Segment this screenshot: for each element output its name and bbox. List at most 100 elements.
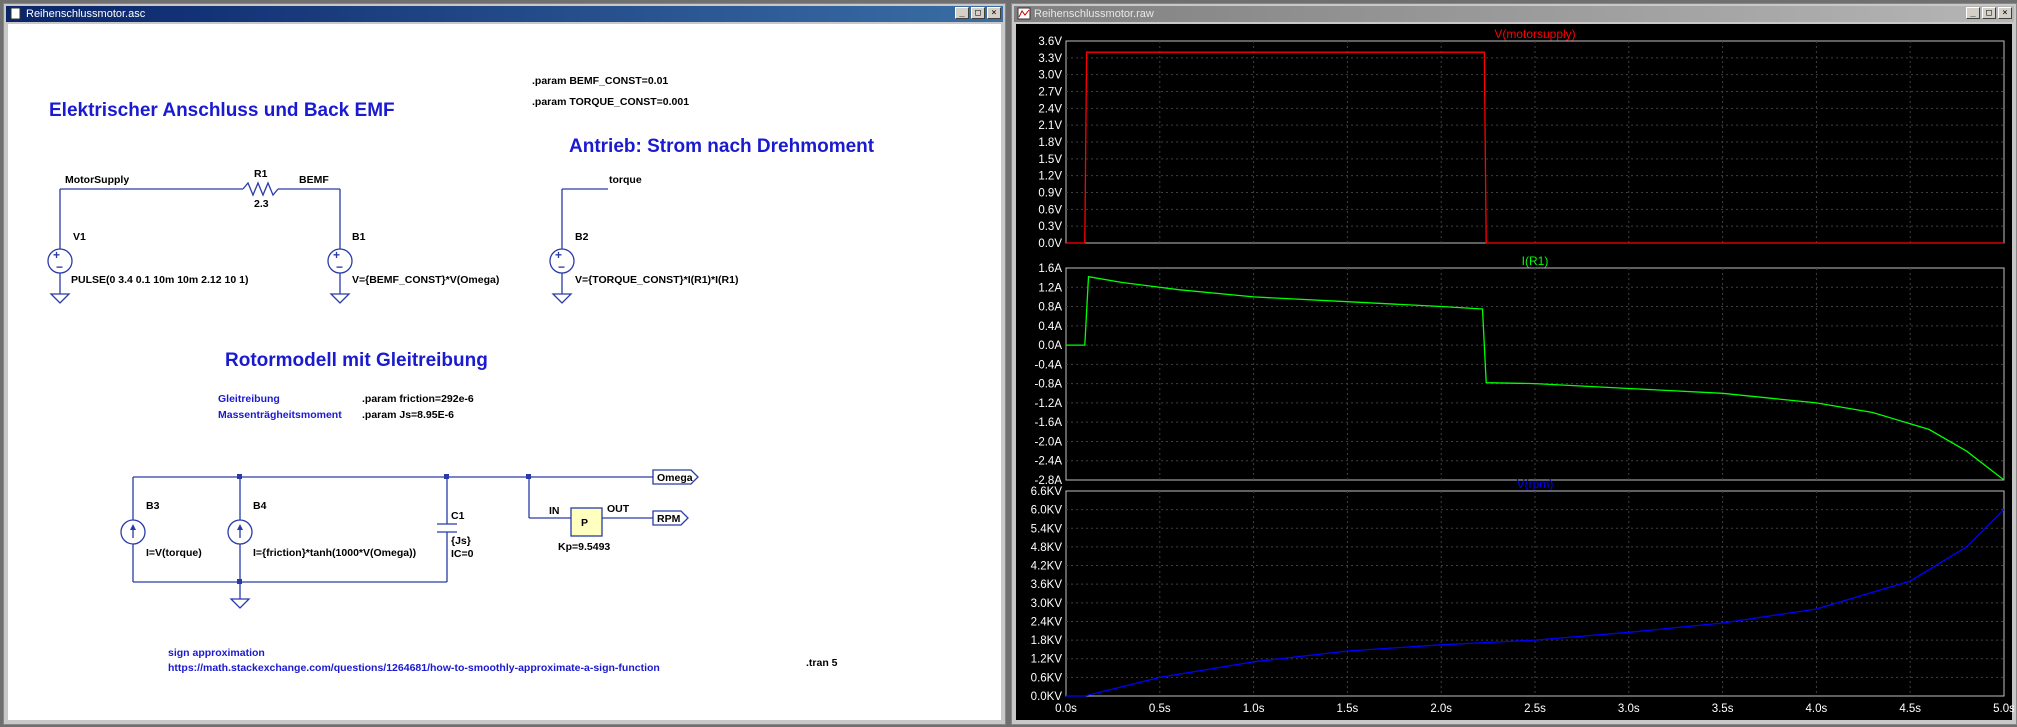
url-label[interactable]: https://math.stackexchange.com/questions… [168,662,660,674]
minimize-button[interactable]: _ [1966,7,1980,19]
b4-name[interactable]: B4 [253,500,267,512]
x-tick-label: 3.0s [1618,703,1640,715]
y-tick-label: 3.3V [1038,53,1062,65]
y-tick-label: 0.6KV [1031,672,1063,684]
net-motorsupply: MotorSupply [65,174,129,186]
directive-friction[interactable]: .param friction=292e-6 [362,393,474,405]
x-tick-label: 0.5s [1149,703,1171,715]
y-tick-label: 6.6KV [1031,486,1063,498]
y-tick-label: 3.6KV [1031,579,1063,591]
maximize-button[interactable]: □ [1982,7,1996,19]
trace-title[interactable]: I(R1) [1522,254,1549,268]
trace-title[interactable]: V(rpm) [1517,477,1554,491]
schematic-title: Reihenschlussmotor.asc [26,8,146,20]
y-tick-label: 0.4A [1038,321,1062,333]
x-tick-label: 2.5s [1524,703,1546,715]
y-tick-label: 0.6V [1038,204,1062,216]
svg-text:−: − [56,260,63,274]
waveform-title: Reihenschlussmotor.raw [1034,8,1154,20]
net-rpm: RPM [657,513,681,525]
p-gain[interactable]: Kp=9.5493 [558,541,610,553]
b2-name[interactable]: B2 [575,231,589,243]
net-bemf: BEMF [299,174,329,186]
c1-name[interactable]: C1 [451,510,465,522]
y-tick-label: 2.4KV [1031,616,1063,628]
y-tick-label: 1.6A [1038,263,1062,275]
massentraegheit-label: Massenträgheitsmoment [218,409,342,421]
waveform-window: Reihenschlussmotor.raw _ □ × 3.6V 3.3V 3.0… [1011,3,2017,725]
b1-name[interactable]: B1 [352,231,366,243]
trace-title[interactable]: V(motorsupply) [1494,27,1575,41]
waveform-canvas[interactable]: 3.6V 3.3V 3.0V 2.7V 2.4V 2.1V 1.8V 1.5V 1.2V 0.9V… [1016,24,2015,720]
waveform-titlebar[interactable]: Reihenschlussmotor.raw _ □ × [1014,6,2014,22]
y-tick-label: 0.0A [1038,340,1062,352]
minimize-button[interactable]: _ [955,7,969,19]
document-icon [10,7,21,20]
p-out-label: OUT [607,503,630,515]
net-omega: Omega [657,472,693,484]
gleitreibung-label: Gleitreibung [218,393,280,405]
heading-drive: Antrieb: Strom nach Drehmoment [569,136,875,157]
schematic-canvas[interactable]: + − + − + − Elektrischer Anschluss und Back… [8,24,1001,720]
y-tick-label: -1.6A [1035,417,1063,429]
y-tick-label: -2.4A [1035,456,1063,468]
y-tick-label: 1.8KV [1031,635,1063,647]
r1-name[interactable]: R1 [254,168,268,180]
y-tick-label: 0.9V [1038,188,1062,200]
y-tick-label: 4.2KV [1031,561,1063,573]
y-tick-label: 3.0V [1038,70,1062,82]
y-tick-label: 0.8A [1038,302,1062,314]
close-button[interactable]: × [987,7,1001,19]
heading-electrical: Elektrischer Anschluss und Back EMF [49,100,395,121]
c1-ic[interactable]: IC=0 [451,548,474,560]
y-tick-label: 1.2V [1038,171,1062,183]
b1-value[interactable]: V={BEMF_CONST}*V(Omega) [352,274,499,286]
y-tick-label: 3.6V [1038,36,1062,48]
y-tick-label: 5.4KV [1031,523,1063,535]
directive-bemf[interactable]: .param BEMF_CONST=0.01 [532,75,668,87]
sign-approx-label: sign approximation [168,647,265,659]
b2-value[interactable]: V={TORQUE_CONST}*I(R1)*I(R1) [575,274,738,286]
y-tick-label: -0.8A [1035,379,1063,391]
x-tick-label: 0.0s [1055,703,1077,715]
r1-value[interactable]: 2.3 [254,198,269,210]
schematic-titlebar[interactable]: Reihenschlussmotor.asc _ □ × [6,6,1003,22]
y-tick-label: 2.1V [1038,120,1062,132]
y-tick-label: 0.0KV [1031,691,1063,703]
y-tick-label: -0.4A [1035,359,1063,371]
v1-value[interactable]: PULSE(0 3.4 0.1 10m 10m 2.12 10 1) [71,274,248,286]
b3-value[interactable]: I=V(torque) [146,547,202,559]
c1-value[interactable]: {Js} [451,535,471,547]
v1-name[interactable]: V1 [73,231,86,243]
y-tick-label: 2.7V [1038,87,1062,99]
directive-tran[interactable]: .tran 5 [806,657,838,669]
p-label: P [581,517,588,529]
b4-value[interactable]: I={friction}*tanh(1000*V(Omega)) [253,547,416,559]
y-tick-label: 1.8V [1038,137,1062,149]
y-tick-label: 3.0KV [1031,598,1063,610]
y-tick-label: 0.3V [1038,221,1062,233]
directive-torque[interactable]: .param TORQUE_CONST=0.001 [532,96,689,108]
svg-text:−: − [336,260,343,274]
y-tick-label: 1.5V [1038,154,1062,166]
x-tick-label: 1.5s [1337,703,1359,715]
y-tick-label: 4.8KV [1031,542,1063,554]
y-tick-label: 1.2KV [1031,654,1063,666]
y-tick-label: 1.2A [1038,282,1062,294]
svg-text:−: − [558,260,565,274]
b3-name[interactable]: B3 [146,500,160,512]
y-tick-label: 2.4V [1038,103,1062,115]
directive-js[interactable]: .param Js=8.95E-6 [362,409,454,421]
x-tick-label: 1.0s [1243,703,1265,715]
maximize-button[interactable]: □ [971,7,985,19]
x-tick-label: 3.5s [1712,703,1734,715]
x-tick-label: 4.0s [1806,703,1828,715]
x-tick-label: 2.0s [1430,703,1452,715]
p-in-label: IN [549,505,560,517]
close-button[interactable]: × [1998,7,2012,19]
y-tick-label: -1.2A [1035,398,1063,410]
x-tick-label: 4.5s [1899,703,1921,715]
y-tick-label: -2.0A [1035,436,1063,448]
waveform-icon [1017,7,1031,20]
heading-rotor: Rotormodell mit Gleitreibung [225,350,488,371]
